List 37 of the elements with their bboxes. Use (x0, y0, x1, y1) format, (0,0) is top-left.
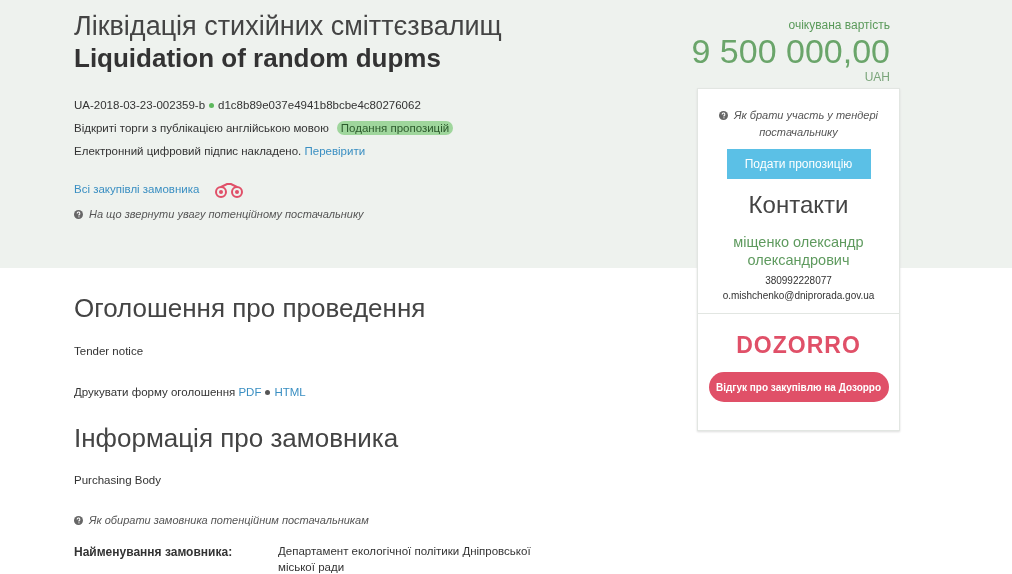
section-title: Оголошення про проведення (74, 293, 427, 325)
currency: UAH (864, 69, 890, 86)
submit-bid-button[interactable]: Подати пропозицію (726, 148, 871, 179)
contacts-heading: Контакти (747, 189, 850, 220)
hint-text: На що звернути увагу потенційному постачальнику (89, 208, 364, 221)
contact-phone: 380992228077 (764, 273, 833, 288)
print-link[interactable]: PDF (238, 385, 262, 398)
binoculars-icon[interactable] (213, 181, 246, 198)
tender-hash: d1c8b89e037e4941b8bcbe4c80276062 (218, 98, 421, 111)
contact-email: o.mishchenko@dniprorada.gov.ua (721, 288, 876, 303)
help-icon (719, 111, 728, 120)
contact-name: міщенко олександр олександрович (732, 232, 865, 269)
tender-id: UA-2018-03-23-002359-b (74, 98, 206, 111)
customer-purchases-link[interactable]: Всі закупівлі замовника (74, 180, 200, 199)
separator-dot (209, 103, 215, 109)
feedback-button[interactable]: Відгук про закупівлю на Дозорро (708, 372, 889, 403)
field-label: Найменування замовника: (74, 543, 234, 561)
help-icon (74, 515, 83, 525)
print-link[interactable]: HTML (274, 385, 306, 398)
section-title: Інформація про замовника (74, 423, 400, 455)
signature-text: Електронний цифровий підпис накладено. (74, 144, 303, 157)
page-title: Ліквідація стихійних сміттєзвалищ (74, 10, 503, 43)
price-amount: 9 500 000,00 (691, 34, 890, 68)
verify-link[interactable]: Перевірити (304, 144, 366, 157)
separator-dot (265, 390, 271, 396)
procedure-type: Відкриті торги з публікацією англійською мовою (74, 121, 329, 134)
hint-text: Як брати участь у тендері постачальнику (734, 109, 878, 138)
price-label: очікувана вартість (788, 17, 890, 34)
dozorro-logo: DOZORRO (735, 330, 862, 360)
help-icon (74, 210, 83, 220)
section-subtitle: Tender notice (74, 343, 145, 359)
status-badge: Подання пропозицій (336, 120, 454, 135)
field-value: Департамент екологічної політики Дніпровської міської ради (278, 543, 532, 574)
print-label: Друкувати форму оголошення (74, 385, 237, 398)
section-subtitle: Purchasing Body (74, 473, 162, 489)
hint-text: Як обирати замовника потенційним постачальникам (89, 513, 369, 526)
page-subtitle: Liquidation of random dupms (74, 42, 442, 75)
